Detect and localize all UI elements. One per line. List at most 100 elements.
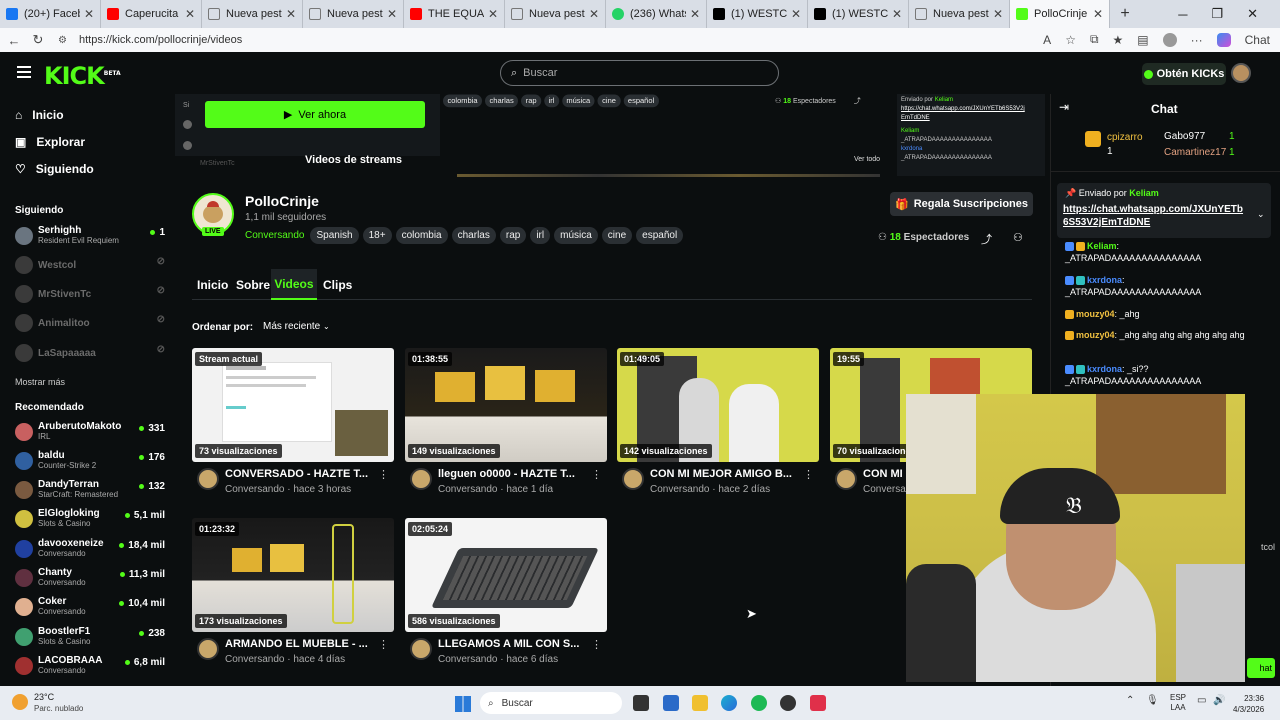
- following-channel[interactable]: LaSapaaaaa ⊘: [15, 342, 165, 366]
- tiktok-icon[interactable]: [810, 695, 826, 711]
- minimize-icon[interactable]: ─: [1178, 7, 1187, 22]
- site-info-icon[interactable]: ⚙: [58, 35, 67, 46]
- tag[interactable]: irl: [530, 227, 551, 244]
- favorites-bar-icon[interactable]: ★: [1113, 33, 1124, 47]
- tag[interactable]: español: [636, 227, 684, 244]
- tray-chevron-icon[interactable]: ⌃: [1126, 695, 1134, 706]
- recommended-channel[interactable]: davooxeneize Conversando 18,4 mil: [15, 538, 165, 562]
- close-tab-icon[interactable]: ✕: [791, 7, 801, 21]
- tag[interactable]: Spanish: [310, 227, 359, 244]
- close-tab-icon[interactable]: ✕: [488, 7, 498, 21]
- more-options-icon[interactable]: ⋮: [591, 468, 602, 481]
- chat-button[interactable]: hat: [1247, 658, 1275, 678]
- language-indicator[interactable]: ESP LAA: [1170, 693, 1186, 713]
- close-tab-icon[interactable]: ✕: [286, 7, 296, 21]
- recommended-channel[interactable]: LACOBRAAA Conversando 6,8 mil: [15, 655, 165, 679]
- gifter-name[interactable]: Gabo977: [1164, 131, 1205, 142]
- tab-videos[interactable]: Videos: [271, 269, 317, 300]
- avatar[interactable]: [835, 468, 857, 490]
- favorite-icon[interactable]: ☆: [1065, 33, 1076, 47]
- store-icon[interactable]: [663, 695, 679, 711]
- video-title[interactable]: lleguen o0000 - HAZTE T...: [438, 468, 583, 480]
- see-all-link[interactable]: Ver todo: [854, 156, 880, 163]
- video-thumbnail[interactable]: 02:05:24 586 visualizaciones: [405, 518, 607, 632]
- tag[interactable]: colombia: [395, 227, 448, 244]
- spotify-icon[interactable]: [751, 695, 767, 711]
- recommended-channel[interactable]: baldu Counter-Strike 2 176: [15, 450, 165, 474]
- reload-icon[interactable]: ↻: [26, 32, 50, 48]
- tab-home[interactable]: Inicio: [197, 278, 228, 292]
- copilot-icon[interactable]: [1216, 32, 1231, 47]
- close-tab-icon[interactable]: ✕: [690, 7, 700, 21]
- video-thumbnail[interactable]: Stream actual 73 visualizaciones: [192, 348, 394, 462]
- clock[interactable]: 23:36 4/3/2026: [1233, 693, 1264, 715]
- search-input[interactable]: ⌕ Buscar: [500, 60, 779, 86]
- read-aloud-icon[interactable]: A: [1043, 33, 1051, 47]
- more-options-icon[interactable]: ⋮: [591, 638, 602, 651]
- browser-tab[interactable]: Nueva pestaña✕: [505, 0, 606, 28]
- browser-tab[interactable]: Caperucita y Vulg✕: [101, 0, 202, 28]
- show-more-link[interactable]: Mostrar más: [15, 377, 65, 387]
- recommended-channel[interactable]: AruberutoMakoto IRL 331: [15, 421, 165, 445]
- avatar[interactable]: [197, 468, 219, 490]
- browser-tab[interactable]: Nueva pestaña✕: [202, 0, 303, 28]
- collapse-chat-icon[interactable]: ⇥: [1059, 100, 1069, 114]
- volume-icon[interactable]: 🔊: [1213, 695, 1225, 706]
- microphone-icon[interactable]: 🎙: [1146, 695, 1159, 706]
- sidebar-item-following[interactable]: ♡ Siguiendo: [15, 162, 94, 176]
- menu-icon[interactable]: [17, 66, 31, 78]
- video-title[interactable]: CON MI MEJOR AMIGO B...: [650, 468, 795, 480]
- kick-logo[interactable]: KICKBETA: [44, 62, 121, 90]
- more-options-icon[interactable]: ⋮: [378, 468, 389, 481]
- gifter-name[interactable]: cpizarro: [1107, 132, 1143, 143]
- avatar[interactable]: [197, 638, 219, 660]
- tab-about[interactable]: Sobre: [236, 278, 270, 292]
- tag[interactable]: 18+: [362, 227, 392, 244]
- get-kicks-button[interactable]: Obtén KICKs: [1142, 63, 1226, 85]
- avatar[interactable]: [410, 468, 432, 490]
- avatar[interactable]: [410, 638, 432, 660]
- file-explorer-icon[interactable]: [692, 695, 708, 711]
- video-thumbnail[interactable]: 01:38:55 149 visualizaciones: [405, 348, 607, 462]
- sidebar-item-explore[interactable]: ▣ Explorar: [15, 135, 85, 149]
- video-thumbnail[interactable]: 01:49:05 142 visualizaciones: [617, 348, 819, 462]
- browser-tab-active[interactable]: PolloCrinje Video✕: [1010, 0, 1110, 28]
- recommended-channel[interactable]: DandyTerran StarCraft: Remastered 132: [15, 479, 165, 503]
- tag[interactable]: rap: [499, 227, 527, 244]
- close-tab-icon[interactable]: ✕: [892, 7, 902, 21]
- network-icon[interactable]: ▭: [1197, 695, 1206, 706]
- avatar[interactable]: [622, 468, 644, 490]
- more-options-icon[interactable]: ⋮: [803, 468, 814, 481]
- profile-icon[interactable]: [1162, 32, 1177, 47]
- new-tab-button[interactable]: +: [1110, 0, 1140, 28]
- edge-icon[interactable]: [721, 695, 737, 711]
- pinned-link[interactable]: https://chat.whatsapp.com/JXUnYETb6S53V2…: [1063, 203, 1247, 229]
- obs-icon[interactable]: [780, 695, 796, 711]
- video-thumbnail[interactable]: 01:23:32 173 visualizaciones: [192, 518, 394, 632]
- recommended-channel[interactable]: BoostlerF1 Slots & Casino 238: [15, 626, 165, 650]
- browser-tab[interactable]: Nueva pestaña✕: [909, 0, 1010, 28]
- browser-tab[interactable]: (236) WhatsApp✕: [606, 0, 707, 28]
- video-title[interactable]: CONVERSADO - HAZTE T...: [225, 468, 370, 480]
- close-tab-icon[interactable]: ✕: [387, 7, 397, 21]
- following-channel[interactable]: MrStivenTc ⊘: [15, 283, 165, 307]
- category-link[interactable]: Conversando: [245, 230, 304, 241]
- user-avatar[interactable]: [1231, 63, 1251, 83]
- close-tab-icon[interactable]: ✕: [993, 7, 1003, 21]
- url-field[interactable]: https://kick.com/pollocrinje/videos: [79, 34, 242, 46]
- video-title[interactable]: LLEGAMOS A MIL CON S...: [438, 638, 583, 650]
- task-view-icon[interactable]: [633, 695, 649, 711]
- back-icon[interactable]: ←: [2, 33, 26, 48]
- sidebar-item-home[interactable]: ⌂ Inicio: [15, 108, 64, 122]
- extensions-icon[interactable]: ⧉: [1090, 32, 1099, 47]
- weather-widget[interactable]: 23°C Parc. nublado: [12, 692, 102, 716]
- gifter-name[interactable]: Camartinez17: [1164, 147, 1226, 158]
- close-tab-icon[interactable]: ✕: [185, 7, 195, 21]
- watch-now-button[interactable]: ▶ Ver ahora: [205, 101, 425, 128]
- collections-icon[interactable]: ▤: [1137, 33, 1148, 47]
- recommended-channel[interactable]: ElGlogloking Slots & Casino 5,1 mil: [15, 508, 165, 532]
- recommended-channel[interactable]: Coker Conversando 10,4 mil: [15, 596, 165, 620]
- following-channel[interactable]: Animalitoo ⊘: [15, 312, 165, 336]
- sort-dropdown[interactable]: Más reciente ⌄: [263, 321, 330, 332]
- tab-clips[interactable]: Clips: [323, 278, 352, 292]
